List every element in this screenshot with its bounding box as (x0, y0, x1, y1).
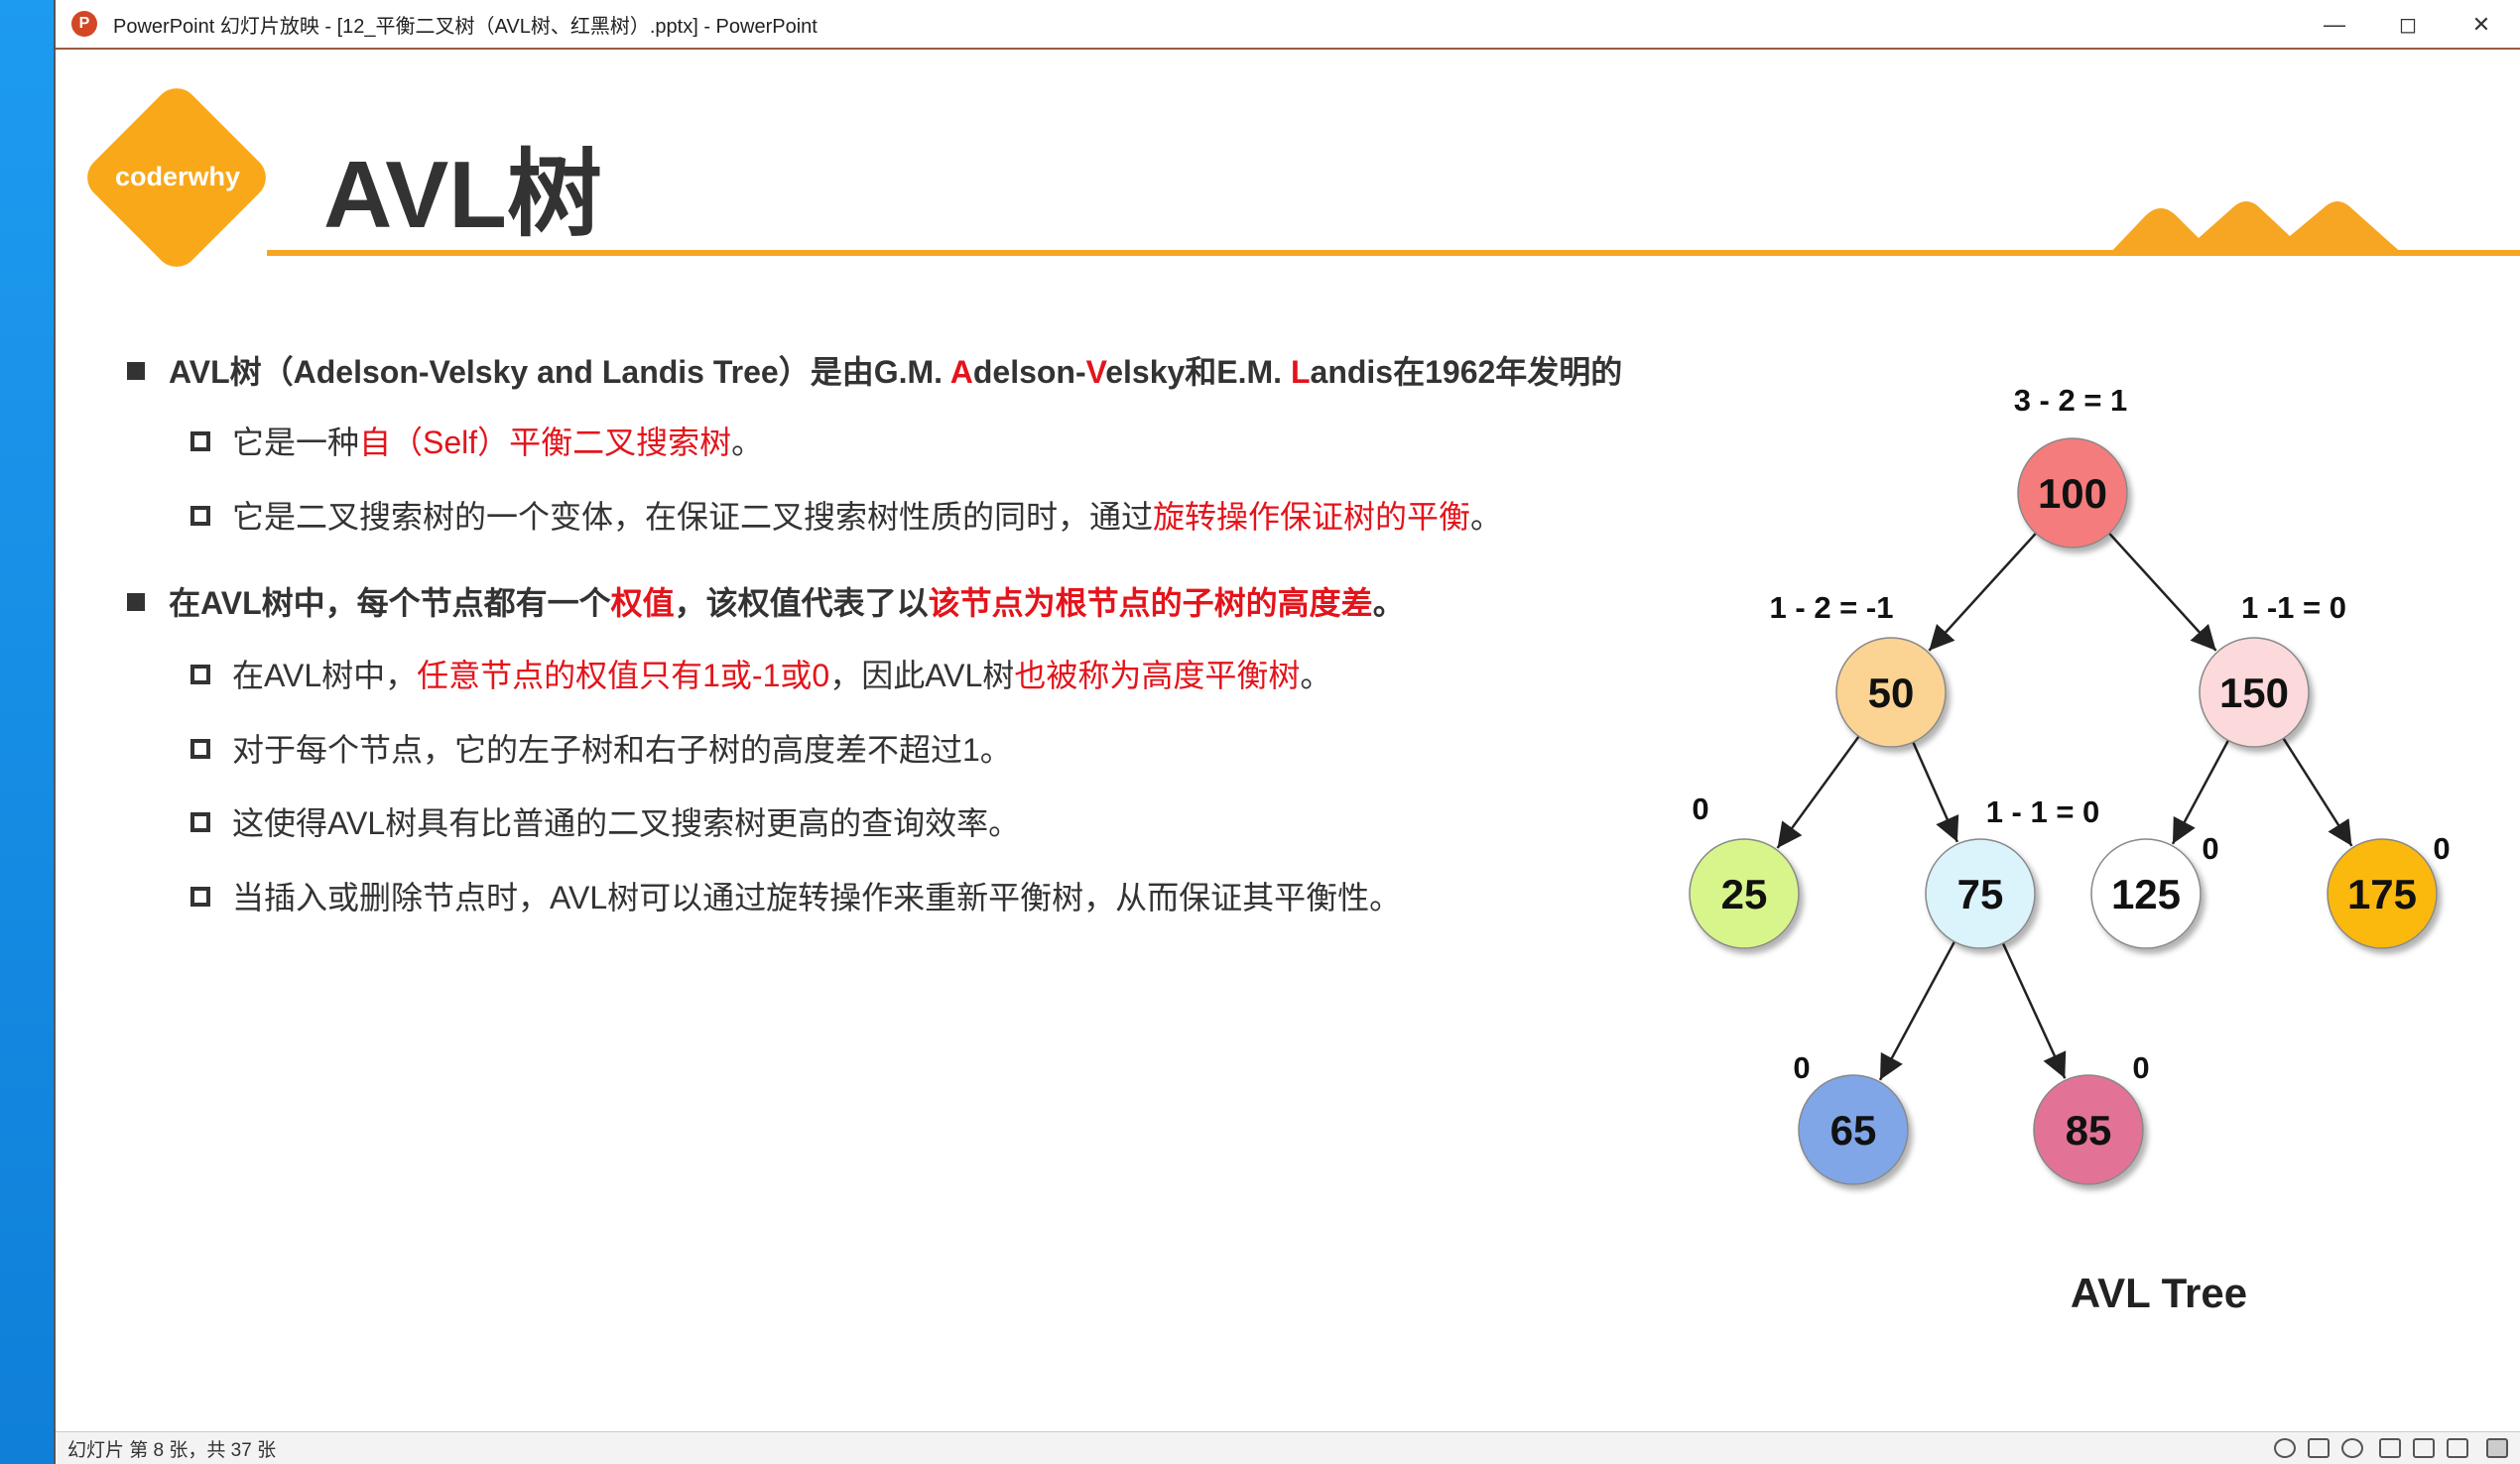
tree-edge (1928, 532, 2037, 652)
node-value: 75 (1957, 871, 2004, 917)
node-value: 125 (2111, 871, 2181, 917)
minimize-button[interactable]: — (2298, 0, 2371, 50)
tree-edge (2108, 532, 2217, 652)
tree-edge (1776, 735, 1860, 849)
balance-label: 3 - 2 = 1 (2014, 383, 2128, 418)
status-bar: 幻灯片 第 8 张，共 37 张 (56, 1431, 2520, 1464)
node-value: 25 (1721, 871, 1768, 917)
maximize-button[interactable]: ◻ (2371, 0, 2445, 50)
node-value: 150 (2219, 670, 2289, 716)
reading-view-icon[interactable] (2447, 1438, 2468, 1458)
tree-edge (1878, 940, 1956, 1081)
node-value: 100 (2038, 470, 2107, 517)
balance-label: 0 (2202, 831, 2218, 866)
node-value: 50 (1868, 670, 1915, 716)
node-value: 85 (2066, 1107, 2112, 1154)
next-slide-icon[interactable] (2341, 1438, 2363, 1458)
balance-label: 1 - 2 = -1 (1770, 590, 1894, 625)
balance-label: 0 (1793, 1050, 1810, 1085)
tree-node: 1750 (2327, 831, 2451, 949)
tree-edge (2171, 739, 2230, 845)
normal-view-icon[interactable] (2379, 1438, 2401, 1458)
tree-edge (2001, 942, 2067, 1079)
balance-label: 1 -1 = 0 (2241, 590, 2346, 625)
avl-tree-diagram: 100 3 - 2 = 1 50 1 - 2 = -1 150 1 -1 = 0 25 0 75… (1689, 383, 2451, 1185)
node-value: 65 (1830, 1107, 1877, 1154)
slideshow-view-icon[interactable] (2486, 1438, 2508, 1458)
window-title: PowerPoint 幻灯片放映 - [12_平衡二叉树（AVL树、红黑树）.p… (113, 15, 818, 38)
slide-menu-icon[interactable] (2308, 1438, 2330, 1458)
tree-caption: AVL Tree (2070, 1270, 2248, 1316)
balance-label: 1 - 1 = 0 (1986, 794, 2100, 829)
tree-edge (2282, 737, 2353, 847)
tree-edge (1912, 741, 1959, 843)
slide-sorter-icon[interactable] (2413, 1438, 2435, 1458)
tree-node: 125 0 (2090, 831, 2219, 949)
tree-node: 150 1 -1 = 0 (2199, 590, 2346, 748)
close-button[interactable]: ✕ (2445, 0, 2518, 50)
balance-label: 0 (2132, 1050, 2149, 1085)
balance-label: 0 (2433, 831, 2450, 866)
tree-node: 100 3 - 2 = 1 (2014, 383, 2128, 549)
tree-node: 65 0 (1793, 1050, 1909, 1185)
node-value: 175 (2347, 871, 2417, 917)
previous-slide-icon[interactable] (2274, 1438, 2296, 1458)
tree-node: 25 0 (1689, 792, 1800, 949)
slide: coderwhy AVL树 AVL树（Adelson-Velsky and La… (56, 52, 2520, 1430)
tree-node: 75 1 - 1 = 0 (1925, 794, 2100, 949)
slide-counter: 幻灯片 第 8 张，共 37 张 (67, 1439, 277, 1461)
balance-label: 0 (1692, 792, 1708, 826)
powerpoint-icon: P (71, 11, 97, 37)
desktop-strip (0, 0, 56, 1464)
tree-node: 85 0 (2033, 1050, 2150, 1185)
powerpoint-window: P PowerPoint 幻灯片放映 - [12_平衡二叉树（AVL树、红黑树）… (54, 0, 2520, 1464)
title-bar: P PowerPoint 幻灯片放映 - [12_平衡二叉树（AVL树、红黑树）… (56, 0, 2520, 50)
tree-node: 50 1 - 2 = -1 (1770, 590, 1947, 748)
